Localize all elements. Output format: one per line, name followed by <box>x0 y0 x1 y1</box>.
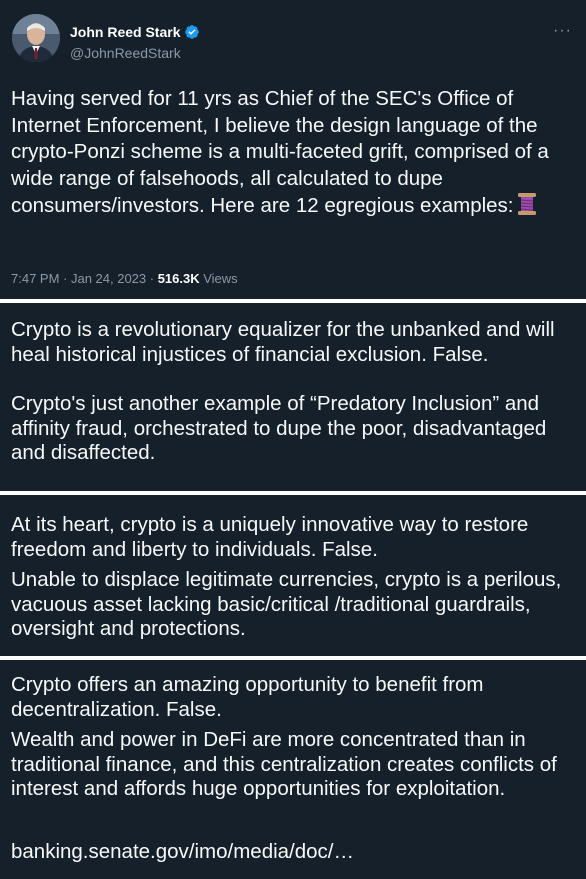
tweet-timestamp[interactable]: 7:47 PM · Jan 24, 2023 · <box>11 271 158 286</box>
author-avatar[interactable] <box>12 14 60 62</box>
views-label: Views <box>199 271 238 286</box>
source-link[interactable]: banking.senate.gov/imo/media/doc/… <box>11 840 581 865</box>
tweet-text-body: Having served for 11 yrs as Chief of the… <box>11 87 549 217</box>
thread-item-rebuttal: Crypto's just another example of “Predat… <box>11 392 547 464</box>
thread-item-rebuttal: Wealth and power in DeFi are more concen… <box>11 728 557 800</box>
thread-item-1: Crypto is a revolutionary equalizer for … <box>0 303 586 491</box>
thread-item-claim: Crypto is a revolutionary equalizer for … <box>11 318 555 366</box>
thread-spool-icon <box>516 192 538 224</box>
thread-item-2: At its heart, crypto is a uniquely innov… <box>0 495 586 656</box>
main-tweet: John Reed Stark @JohnReedStark ··· Havin… <box>0 0 586 299</box>
thread-item-rebuttal: Unable to displace legitimate currencies… <box>11 568 562 640</box>
thread-item-claim: At its heart, crypto is a uniquely innov… <box>11 513 529 561</box>
author-name-row[interactable]: John Reed Stark <box>70 24 200 40</box>
avatar-image <box>12 14 60 62</box>
thread-item-claim: Crypto offers an amazing opportunity to … <box>11 673 484 721</box>
thread-item-3: Crypto offers an amazing opportunity to … <box>0 660 586 879</box>
author-handle[interactable]: @JohnReedStark <box>70 45 181 61</box>
tweet-meta: 7:47 PM · Jan 24, 2023 · 516.3K Views <box>11 271 238 286</box>
views-count: 516.3K <box>157 271 200 286</box>
more-options-icon[interactable]: ··· <box>553 22 572 40</box>
author-name[interactable]: John Reed Stark <box>70 24 180 40</box>
verified-badge-icon <box>185 25 200 39</box>
tweet-text: Having served for 11 yrs as Chief of the… <box>11 86 581 224</box>
